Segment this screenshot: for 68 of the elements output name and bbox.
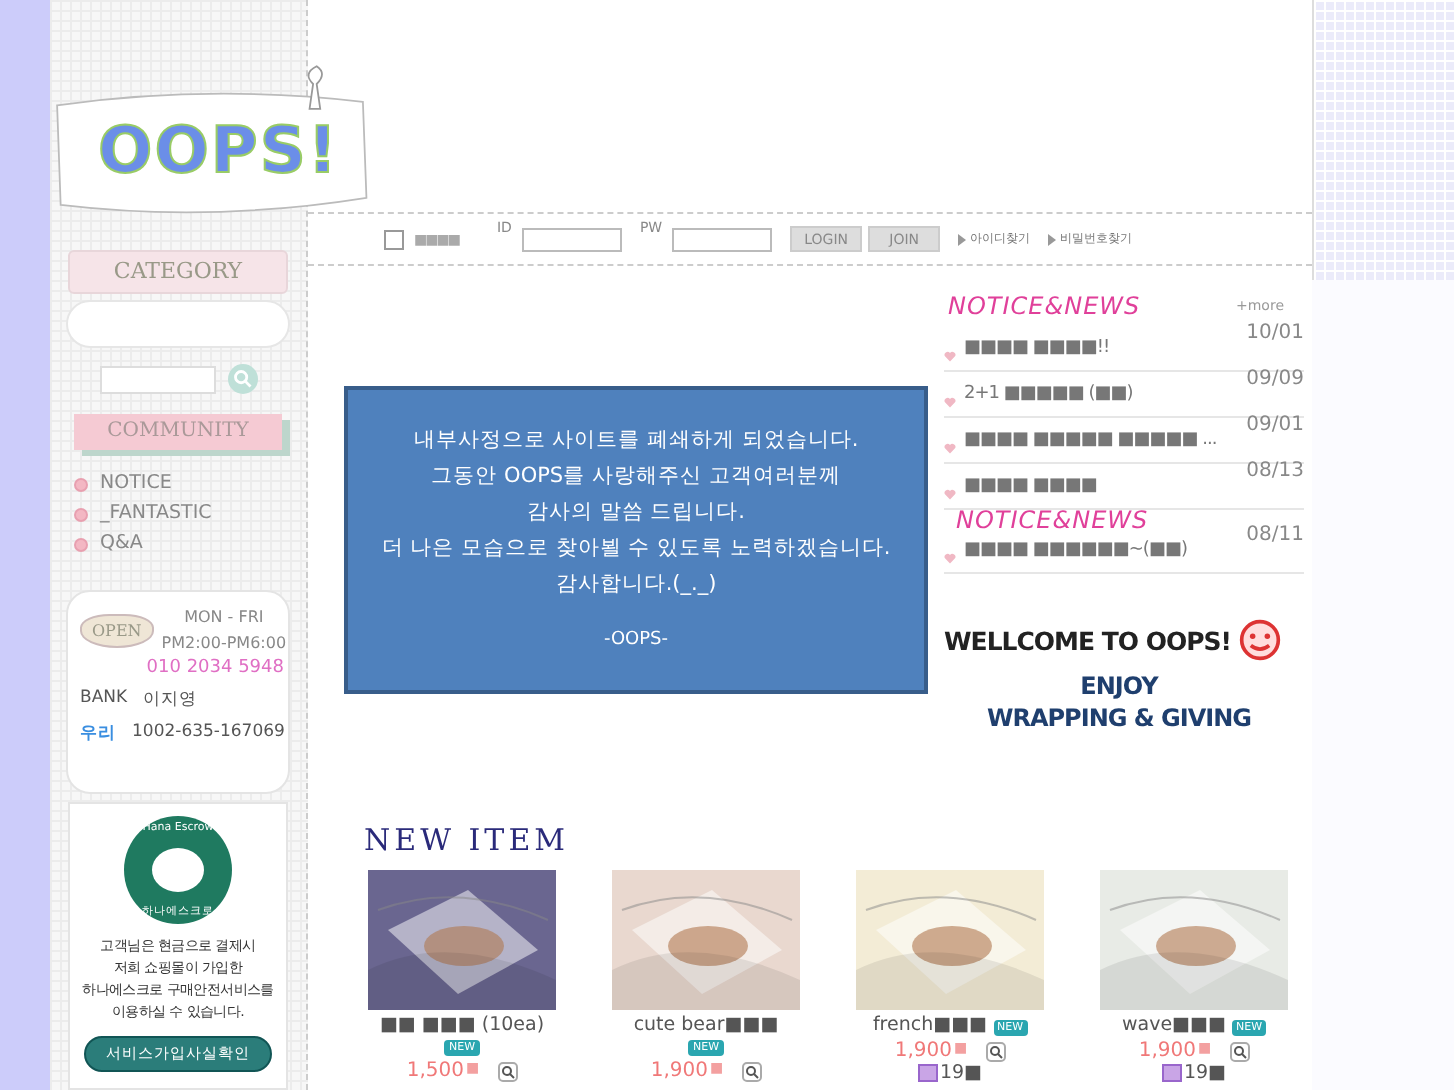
bank-label: BANK [80, 688, 128, 712]
magnifier-icon[interactable] [497, 1061, 518, 1081]
product-price: 1,900 [650, 1060, 708, 1082]
account-number: 1002-635-167069 [132, 722, 285, 746]
news-link[interactable]: ■■■■ ■■■■■■~(■■) [964, 540, 1187, 560]
slogan-text: WRAPPING & GIVING [987, 702, 1251, 734]
magnifier-icon[interactable] [1229, 1041, 1250, 1061]
news-link[interactable]: ■■■■ ■■■■■ ■■■■■ ... [964, 430, 1217, 450]
notice-signature: -OOPS- [603, 627, 669, 653]
news-date: 09/01 [1246, 414, 1304, 436]
heart-icon [944, 396, 956, 408]
bank-owner: 이지영 [143, 688, 198, 712]
community-link[interactable]: Q&A [100, 530, 143, 558]
notice-line: 그동안 OOPS를 사랑해주신 고객여러분께 [431, 461, 841, 491]
heart-icon [944, 442, 956, 454]
community-link[interactable]: _FANTASTIC [100, 500, 212, 528]
magnifier-icon[interactable] [985, 1041, 1006, 1061]
heart-icon [944, 350, 956, 362]
new-item-heading: NEW ITEM [364, 822, 571, 858]
product-price: 1,900 [1138, 1040, 1196, 1062]
product-name[interactable]: ■■ ■■■ (10ea) [379, 1014, 545, 1036]
points-icon [917, 1064, 938, 1082]
community-link[interactable]: NOTICE [100, 470, 172, 498]
search-icon[interactable] [227, 364, 257, 394]
password-field[interactable] [672, 227, 773, 251]
product-price: 1,500 [406, 1060, 464, 1082]
logo-banner[interactable]: OOPS! [50, 0, 370, 224]
notice-line: 더 나은 모습으로 찾아뵐 수 있도록 노력하겠습니다. [381, 533, 891, 563]
news-date: 10/01 [1246, 322, 1304, 344]
product-price: 1,900 [894, 1040, 952, 1062]
category-heading: CATEGORY [68, 250, 288, 294]
notice-line: 감사합니다.(_._) [555, 569, 717, 599]
product-name[interactable]: french■■■ [872, 1014, 988, 1036]
product-name[interactable]: wave■■■ [1121, 1014, 1226, 1036]
community-heading: COMMUNITY [74, 414, 282, 450]
notice-line: 내부사정으로 사이트를 폐쇄하게 되었습니다. [413, 425, 859, 455]
welcome-title: WELLCOME TO OOPS! [944, 625, 1232, 655]
triangle-icon [1048, 233, 1057, 245]
bank-name: 우리 [80, 722, 116, 746]
news-link[interactable]: ■■■■ ■■■■ [964, 476, 1097, 496]
time-text: PM2:00-PM6:00 [161, 634, 287, 652]
heart-icon [944, 488, 956, 500]
magnifier-icon[interactable] [741, 1061, 762, 1081]
product-name[interactable]: cute bear■■■ [633, 1014, 779, 1036]
news-date: 08/11 [1246, 524, 1304, 546]
bullet-icon [74, 477, 88, 491]
heart-icon [944, 552, 956, 564]
news-heading: NOTICE&NEWS [956, 508, 1149, 534]
news-date: 08/13 [1246, 460, 1304, 482]
open-sign: OPEN [80, 613, 154, 647]
triangle-icon [958, 233, 967, 245]
bullet-icon [74, 507, 88, 521]
news-link[interactable]: ■■■■ ■■■■!! [964, 338, 1110, 358]
product-points: 19■ [1183, 1062, 1227, 1084]
product-points: 19■ [939, 1062, 983, 1084]
id-field[interactable] [521, 227, 622, 251]
smiley-icon [1237, 618, 1282, 662]
search-field[interactable] [99, 365, 215, 393]
news-date: 09/09 [1246, 368, 1304, 390]
bullet-icon [74, 537, 88, 551]
remember-checkbox[interactable] [384, 229, 404, 249]
news-heading: NOTICE&NEWS [948, 292, 1141, 320]
days-text: MON - FRI [184, 608, 264, 626]
points-icon [1161, 1064, 1182, 1082]
slogan-text: ENJOY [1080, 670, 1158, 702]
notice-line: 감사의 말씀 드립니다. [526, 497, 745, 527]
news-link[interactable]: 2+1 ■■■■■ (■■) [964, 384, 1133, 404]
phone-number: 010 2034 5948 [146, 658, 284, 678]
